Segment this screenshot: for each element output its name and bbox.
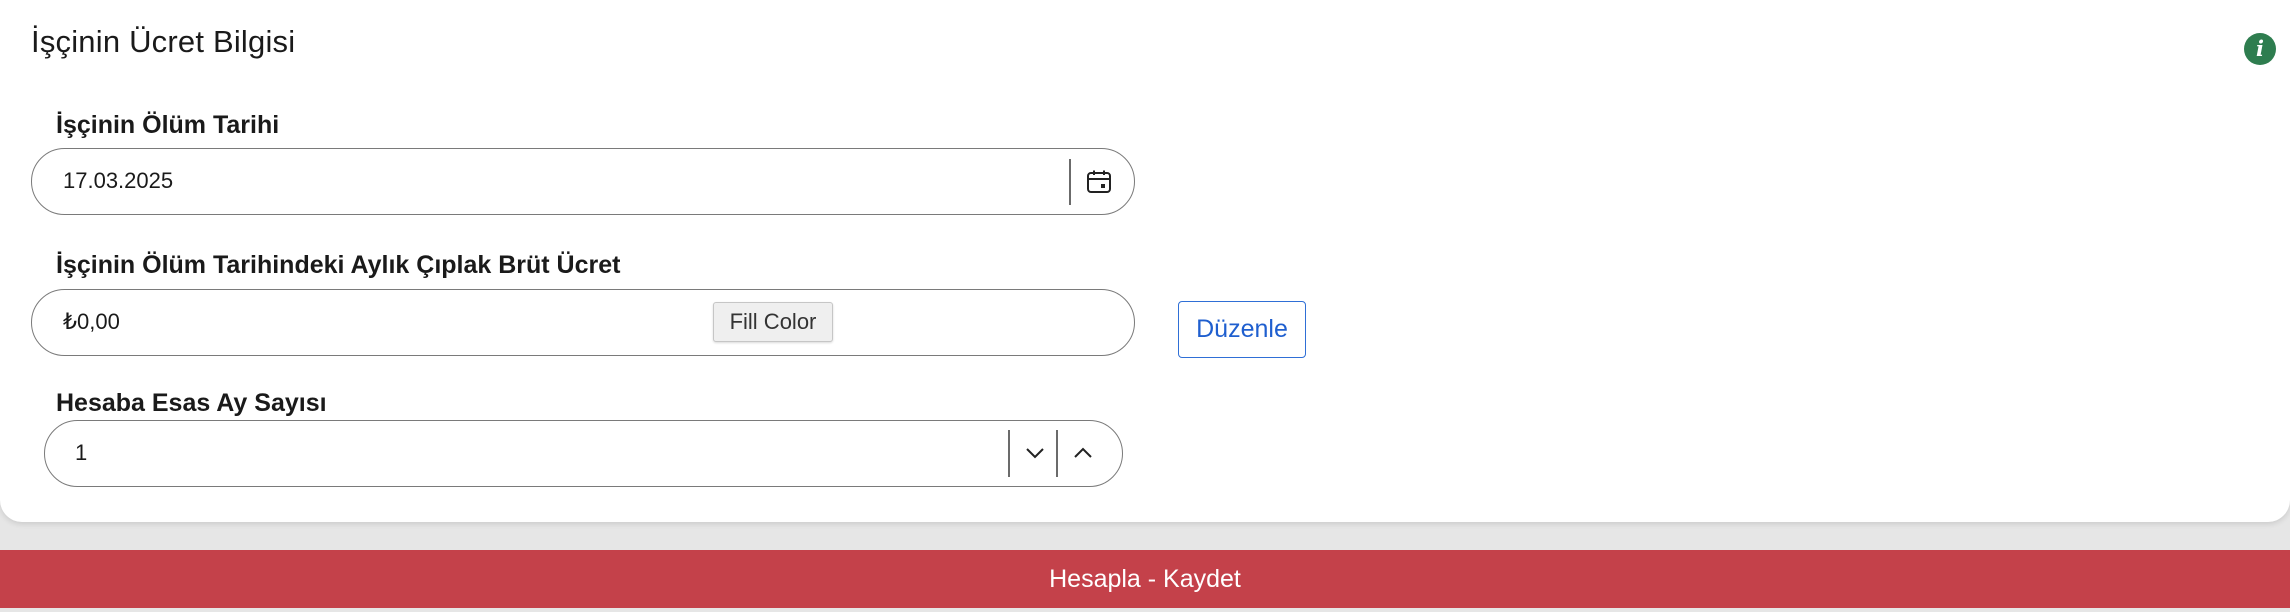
wage-info-card: İşçinin Ücret Bilgisi i İşçinin Ölüm Tar… [0, 0, 2290, 522]
stepper-divider [1008, 430, 1010, 477]
month-count-value[interactable]: 1 [75, 421, 87, 485]
field-divider [1069, 159, 1071, 205]
chevron-up-icon[interactable] [1063, 433, 1103, 473]
fill-color-tooltip: Fill Color [713, 302, 833, 342]
card-title: İşçinin Ücret Bilgisi [31, 24, 296, 59]
death-date-value[interactable]: 17.03.2025 [63, 149, 173, 213]
month-count-stepper[interactable]: 1 [44, 420, 1123, 487]
stepper-divider [1056, 430, 1058, 477]
chevron-down-icon[interactable] [1015, 433, 1055, 473]
calendar-icon[interactable] [1080, 163, 1118, 201]
info-icon[interactable]: i [2244, 33, 2276, 65]
calculate-save-button[interactable]: Hesapla - Kaydet [0, 550, 2290, 608]
gross-wage-label: İşçinin Ölüm Tarihindeki Aylık Çıplak Br… [56, 251, 621, 279]
month-count-label: Hesaba Esas Ay Sayısı [56, 389, 327, 417]
death-date-field[interactable]: 17.03.2025 [31, 148, 1135, 215]
gross-wage-value[interactable]: ₺0,00 [63, 290, 120, 354]
edit-button[interactable]: Düzenle [1178, 301, 1306, 358]
death-date-label: İşçinin Ölüm Tarihi [56, 111, 280, 139]
gross-wage-field[interactable]: ₺0,00 [31, 289, 1135, 356]
